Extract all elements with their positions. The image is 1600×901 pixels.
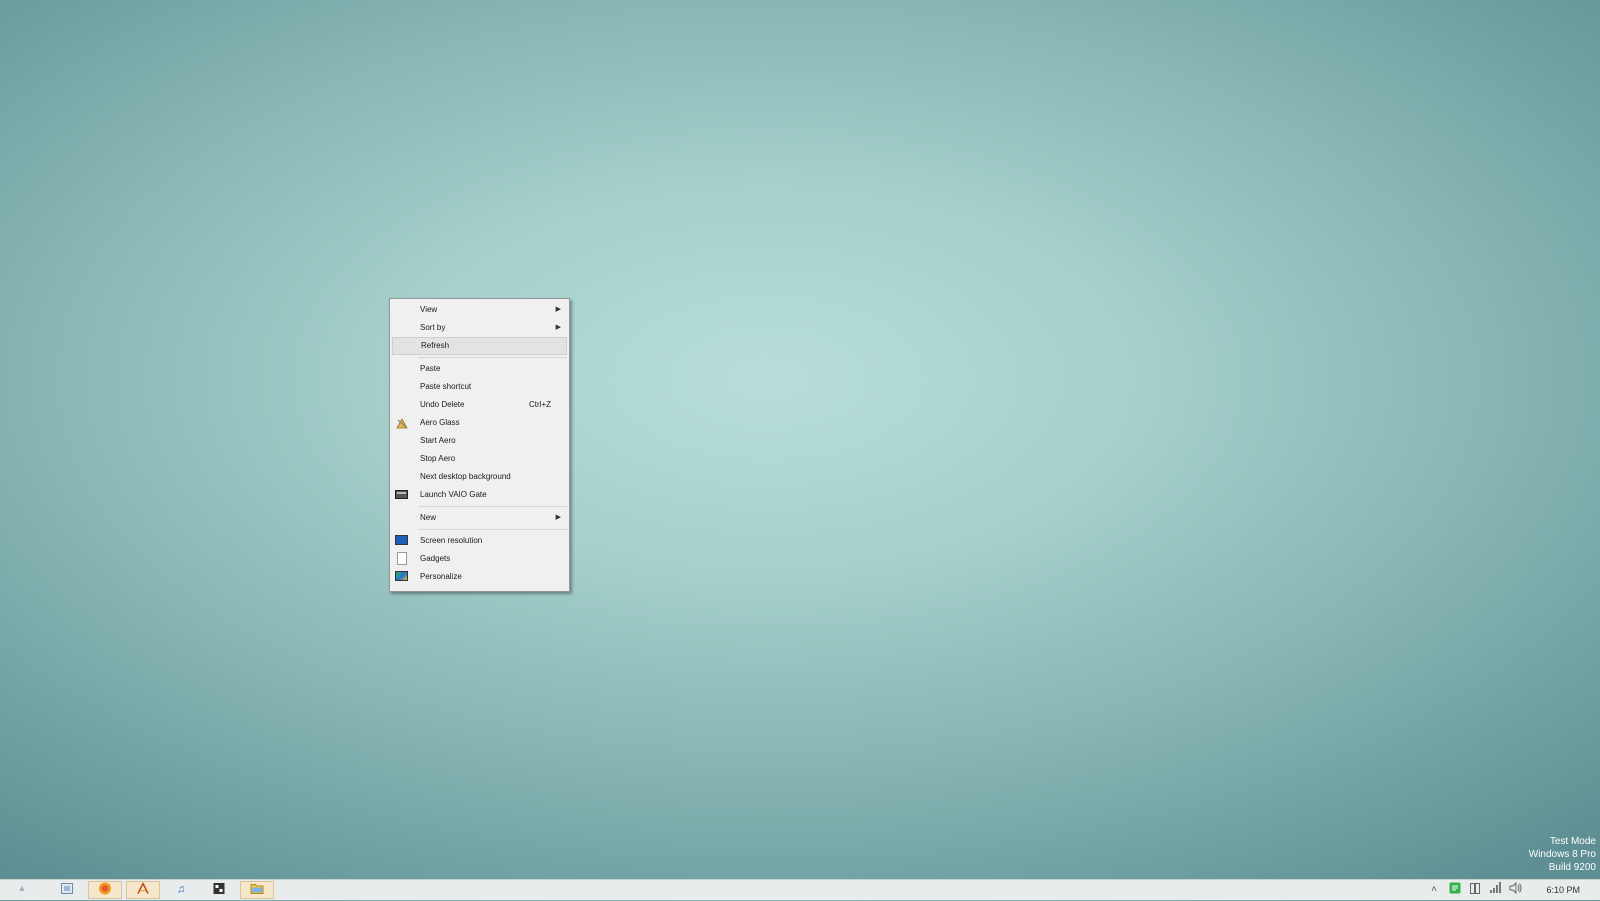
monitor-icon xyxy=(395,535,408,545)
music-note-icon: ♫ xyxy=(176,883,186,896)
menu-separator xyxy=(418,357,567,358)
menu-item-start-aero[interactable]: Start Aero xyxy=(392,432,567,450)
aero-glass-icon xyxy=(396,417,409,429)
network-adapter-icon[interactable] xyxy=(1467,882,1483,898)
menu-item-label: Aero Glass xyxy=(420,418,460,427)
menu-item-view[interactable]: View ▶ xyxy=(392,301,567,319)
test-mode-watermark: Test Mode Windows 8 Pro Build 9200 xyxy=(1529,835,1596,874)
start-button[interactable]: ▲ xyxy=(16,883,28,897)
menu-item-label: Stop Aero xyxy=(420,454,456,463)
menu-item-label: New xyxy=(420,513,437,522)
menu-item-paste[interactable]: Paste xyxy=(392,360,567,378)
menu-item-new[interactable]: New ▶ xyxy=(392,509,567,527)
submenu-arrow-icon: ▶ xyxy=(555,324,561,331)
taskbar-button-media[interactable] xyxy=(202,881,236,899)
watermark-line: Test Mode xyxy=(1549,836,1596,847)
taskbar-button-folder[interactable] xyxy=(240,881,274,899)
menu-item-paste-shortcut[interactable]: Paste shortcut xyxy=(392,378,567,396)
menu-item-aero-glass[interactable]: Aero Glass xyxy=(392,414,567,432)
menu-item-label: Launch VAIO Gate xyxy=(420,490,487,499)
menu-item-label: View xyxy=(420,305,438,314)
menu-separator xyxy=(418,529,567,530)
menu-separator xyxy=(418,506,567,507)
menu-item-undo-delete[interactable]: Undo Delete Ctrl+Z xyxy=(392,396,567,414)
show-hidden-icons-chevron-icon[interactable]: ˄ xyxy=(1426,882,1442,898)
speaker-icon[interactable] xyxy=(1507,881,1523,898)
taskbar-button-firefox[interactable] xyxy=(88,881,122,899)
menu-item-label: Screen resolution xyxy=(420,536,483,545)
vaio-gate-icon xyxy=(395,490,408,499)
menu-item-label: Gadgets xyxy=(420,554,451,563)
media-app-icon xyxy=(213,883,225,898)
menu-item-label: Start Aero xyxy=(420,436,456,445)
menu-item-label: Refresh xyxy=(421,341,450,350)
firefox-icon xyxy=(99,882,112,898)
green-app-icon[interactable] xyxy=(1447,882,1463,898)
watermark-line: Windows 8 Pro xyxy=(1528,849,1596,860)
menu-item-label: Paste xyxy=(420,364,441,373)
menu-item-personalize[interactable]: Personalize xyxy=(392,568,567,586)
watermark-line: Build 9200 xyxy=(1548,862,1596,873)
menu-item-screen-resolution[interactable]: Screen resolution xyxy=(392,532,567,550)
clock[interactable]: 6:10 PM xyxy=(1546,880,1580,900)
app-a-icon xyxy=(137,881,149,898)
submenu-arrow-icon: ▶ xyxy=(555,514,561,521)
menu-item-label: Next desktop background xyxy=(420,472,511,481)
gadgets-icon xyxy=(397,552,407,565)
menu-item-label: Sort by xyxy=(420,323,446,332)
menu-item-next-desktop-background[interactable]: Next desktop background xyxy=(392,468,567,486)
folder-icon xyxy=(250,883,264,897)
taskbar-button-file-explorer[interactable] xyxy=(50,881,84,899)
menu-item-gadgets[interactable]: Gadgets xyxy=(392,550,567,568)
file-explorer-icon xyxy=(61,883,73,897)
personalize-icon xyxy=(395,571,408,581)
desktop-context-menu: View ▶ Sort by ▶ Refresh Paste Paste sho… xyxy=(389,298,570,592)
menu-item-label: Personalize xyxy=(420,572,462,581)
menu-item-label: Paste shortcut xyxy=(420,382,472,391)
menu-item-refresh[interactable]: Refresh xyxy=(392,337,567,355)
menu-item-label: Undo Delete xyxy=(420,400,465,409)
desktop[interactable] xyxy=(0,0,1600,879)
submenu-arrow-icon: ▶ xyxy=(555,306,561,313)
signal-bars-icon[interactable] xyxy=(1487,882,1503,898)
taskbar-button-music[interactable]: ♫ xyxy=(164,881,198,899)
taskbar: ▲ ♫ ˄ 6:10 PM xyxy=(0,879,1600,900)
menu-item-sort-by[interactable]: Sort by ▶ xyxy=(392,319,567,337)
menu-item-launch-vaio-gate[interactable]: Launch VAIO Gate xyxy=(392,486,567,504)
menu-item-shortcut: Ctrl+Z xyxy=(529,400,551,409)
menu-item-stop-aero[interactable]: Stop Aero xyxy=(392,450,567,468)
taskbar-button-app-a[interactable] xyxy=(126,881,160,899)
